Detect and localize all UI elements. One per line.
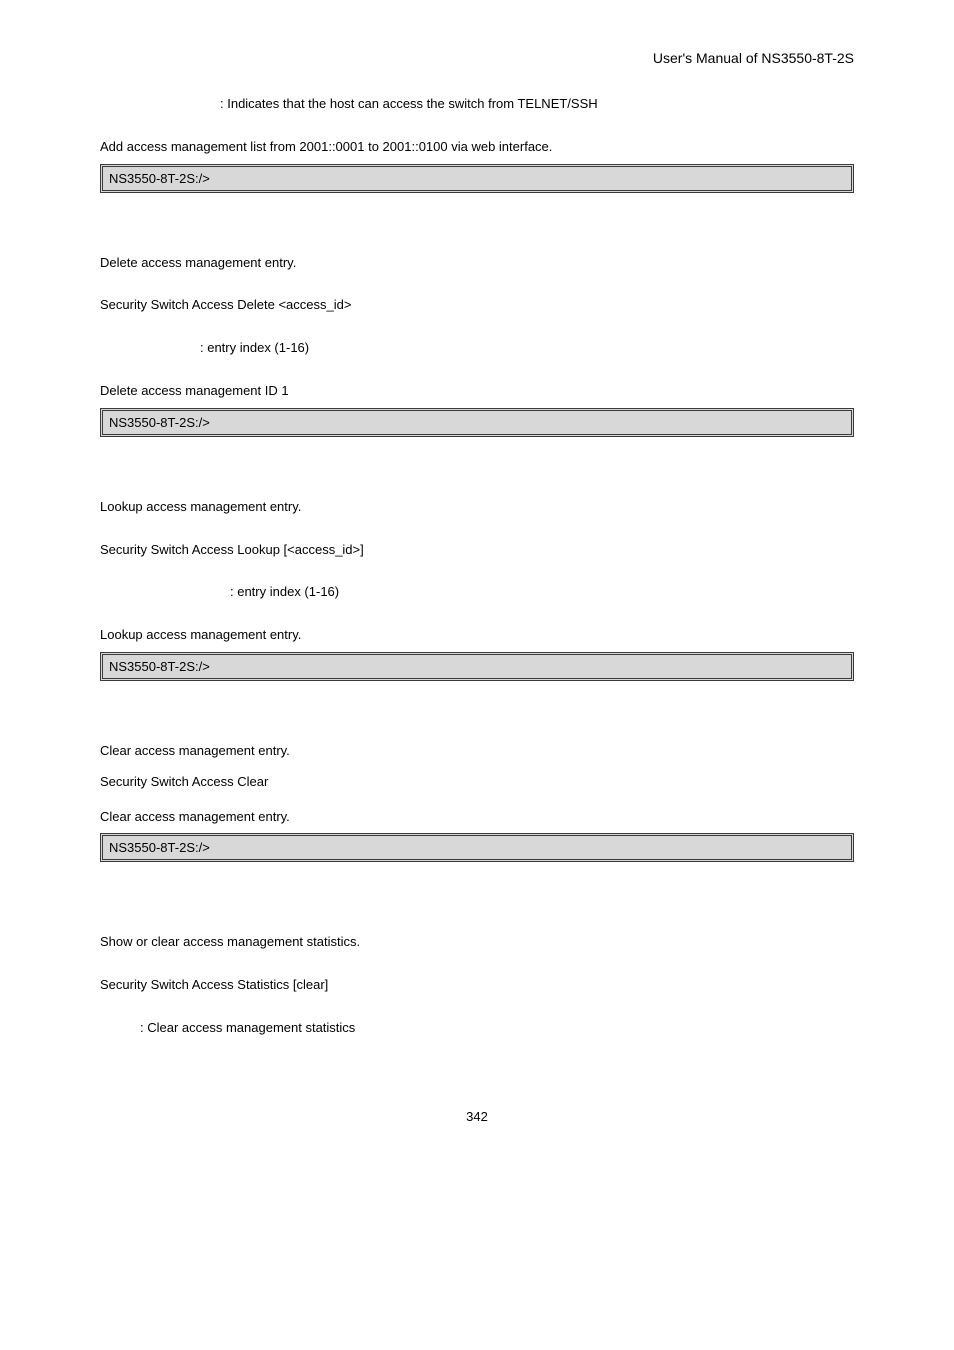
lookup-command-box: NS3550-8T-2S:/> [100,652,854,681]
stats-param: : Clear access management statistics [140,1018,854,1039]
manual-header: User's Manual of NS3550-8T-2S [100,50,854,66]
lookup-syntax: Security Switch Access Lookup [<access_i… [100,540,854,561]
clear-prompt: NS3550-8T-2S:/> [109,840,210,855]
clear-syntax: Security Switch Access Clear [100,772,854,793]
delete-command-box: NS3550-8T-2S:/> [100,408,854,437]
delete-syntax: Security Switch Access Delete <access_id… [100,295,854,316]
clear-example-intro: Clear access management entry. [100,807,854,828]
add-command-box: NS3550-8T-2S:/> [100,164,854,193]
manual-title: User's Manual of NS3550-8T-2S [653,50,854,66]
lookup-prompt: NS3550-8T-2S:/> [109,659,210,674]
telnet-note: : Indicates that the host can access the… [220,94,854,115]
lookup-example-intro: Lookup access management entry. [100,625,854,646]
delete-desc: Delete access management entry. [100,253,854,274]
add-example-intro: Add access management list from 2001::00… [100,137,854,158]
delete-param: : entry index (1-16) [200,338,854,359]
add-prompt: NS3550-8T-2S:/> [109,171,210,186]
page-number: 342 [466,1109,488,1124]
delete-example-intro: Delete access management ID 1 [100,381,854,402]
page-footer: 342 [100,1109,854,1124]
clear-desc: Clear access management entry. [100,741,854,762]
stats-desc: Show or clear access management statisti… [100,932,854,953]
clear-command-box: NS3550-8T-2S:/> [100,833,854,862]
stats-syntax: Security Switch Access Statistics [clear… [100,975,854,996]
delete-prompt: NS3550-8T-2S:/> [109,415,210,430]
lookup-param: : entry index (1-16) [230,582,854,603]
lookup-desc: Lookup access management entry. [100,497,854,518]
